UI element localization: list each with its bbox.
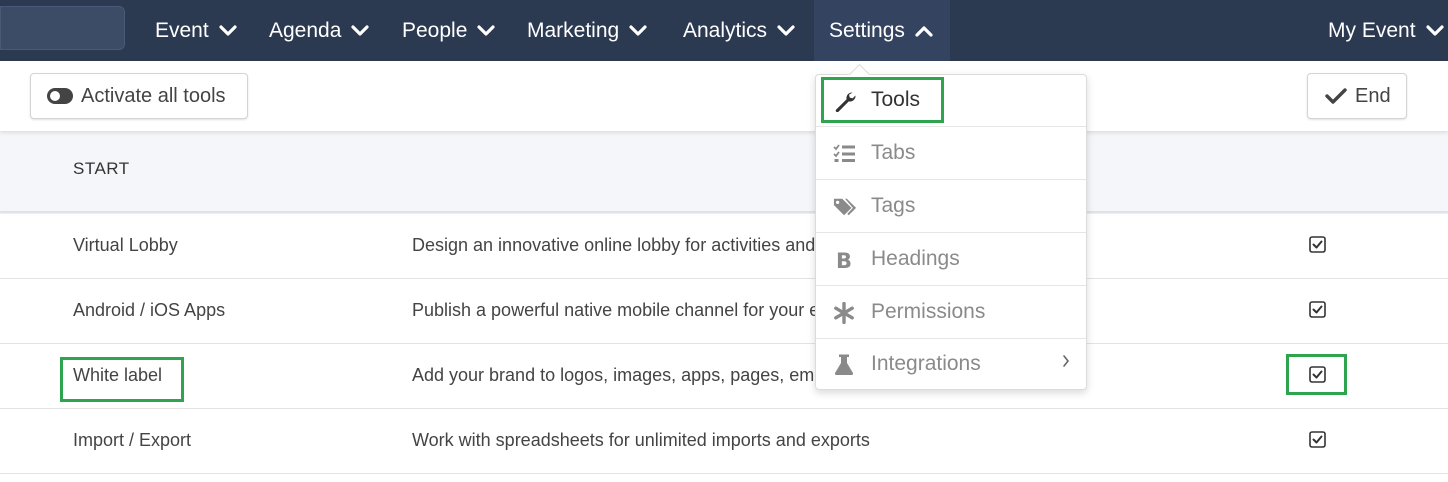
tool-description: Design an innovative online lobby for ac… (412, 235, 816, 255)
menu-item-headings[interactable]: B Headings (816, 234, 1086, 286)
chevron-down-icon (1425, 24, 1444, 36)
nav-settings[interactable]: Settings (814, 0, 950, 61)
menu-item-permissions[interactable]: Permissions (816, 287, 1086, 339)
nav-event-label: Event (155, 18, 209, 42)
table-row: Virtual Lobby Design an innovative onlin… (0, 214, 1448, 279)
bold-icon: B (836, 249, 852, 271)
checkbox-checked-icon[interactable] (1309, 236, 1326, 253)
nav-settings-label: Settings (829, 18, 905, 42)
table-row: Import / Export Work with spreadsheets f… (0, 409, 1448, 474)
end-button[interactable]: End (1307, 73, 1407, 119)
table-header: START (0, 131, 1448, 213)
nav-people-label: People (402, 18, 468, 42)
chevron-down-icon (777, 24, 795, 36)
toggle-icon (47, 88, 73, 104)
nav-analytics-label: Analytics (683, 18, 768, 42)
tool-name: Android / iOS Apps (73, 300, 226, 320)
nav-marketing-label: Marketing (527, 18, 620, 42)
nav-account[interactable]: My Event (1328, 0, 1444, 61)
menu-item-label: Headings (871, 247, 960, 270)
tool-name: Virtual Lobby (73, 235, 178, 255)
chevron-down-icon (351, 24, 370, 36)
chevron-down-icon (219, 24, 237, 36)
nav-account-label: My Event (1328, 18, 1416, 42)
checkbox-checked-icon[interactable] (1309, 301, 1326, 318)
table-row: Android / iOS Apps Publish a powerful na… (0, 279, 1448, 344)
nav-agenda-label: Agenda (269, 18, 342, 42)
nav-event[interactable]: Event (155, 0, 237, 61)
nav-people[interactable]: People (402, 0, 495, 61)
checkbox-checked-icon[interactable] (1309, 431, 1326, 448)
end-label: End (1355, 84, 1391, 107)
chevron-up-icon (915, 25, 933, 37)
menu-item-label: Tabs (871, 141, 916, 164)
top-nav: Event Agenda People Marketing Analytics … (0, 0, 1448, 61)
menu-item-label: Integrations (871, 352, 981, 375)
tool-description: Add your brand to logos, images, apps, p… (412, 365, 833, 385)
nav-marketing[interactable]: Marketing (527, 0, 647, 61)
activate-all-tools-button[interactable]: Activate all tools (30, 73, 248, 119)
chevron-down-icon (477, 24, 495, 36)
nav-analytics[interactable]: Analytics (683, 0, 795, 61)
asterisk-icon (834, 302, 854, 324)
logo-box[interactable] (0, 6, 125, 50)
tool-description: Publish a powerful native mobile channel… (412, 300, 820, 320)
chevron-right-icon (1063, 355, 1070, 367)
column-header-start: START (73, 159, 130, 178)
menu-item-tags[interactable]: Tags (816, 181, 1086, 233)
chevron-down-icon (629, 24, 647, 36)
tool-description: Work with spreadsheets for unlimited imp… (412, 430, 870, 450)
table-row: White label Add your brand to logos, ima… (0, 344, 1448, 409)
flask-icon (834, 354, 854, 375)
tags-icon (833, 198, 857, 216)
menu-item-integrations[interactable]: Integrations (816, 339, 1086, 391)
highlight-tools-item (821, 77, 944, 123)
menu-item-tabs[interactable]: Tabs (816, 128, 1086, 180)
tool-name: Import / Export (73, 430, 192, 450)
activate-all-tools-label: Activate all tools (81, 84, 226, 107)
toolbar: Activate all tools End (0, 61, 1448, 131)
nav-agenda[interactable]: Agenda (269, 0, 370, 61)
menu-item-label: Tags (871, 194, 916, 217)
check-icon (1325, 88, 1347, 104)
list-check-icon (833, 144, 855, 162)
svg-text:B: B (836, 249, 852, 271)
highlight-white-label (60, 357, 184, 402)
menu-item-label: Permissions (871, 300, 986, 323)
highlight-white-label-checkbox (1286, 354, 1347, 395)
